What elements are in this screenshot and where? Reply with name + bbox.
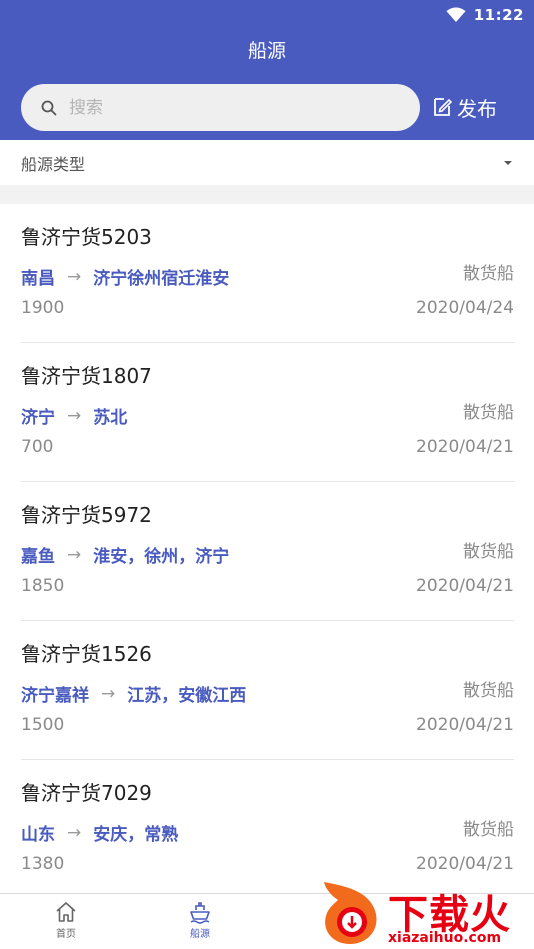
search-bar[interactable] [21,84,420,131]
list-item[interactable]: 鲁济宁货1807 济宁 → 苏北 散货船 700 2020/04/21 [21,343,514,482]
ship-date: 2020/04/21 [416,437,514,457]
search-icon [41,100,57,115]
ship-icon [190,902,210,924]
ship-name: 鲁济宁货5972 [21,503,152,527]
ship-tonnage: 700 [21,437,54,457]
ship-date: 2020/04/21 [416,576,514,596]
ship-tonnage: 1900 [21,298,65,318]
tab-ship-label: 船源 [190,929,210,940]
ship-route: 山东 → 安庆，常熟 [21,820,179,846]
tab-home[interactable]: 首页 [21,900,111,940]
ship-route: 嘉鱼 → 淮安，徐州，济宁 [21,542,230,568]
route-from: 济宁 [21,408,55,428]
ship-type: 散货船 [463,820,514,840]
ship-name: 鲁济宁货7029 [21,781,152,805]
tab-ship[interactable]: 船源 [155,900,245,940]
wifi-icon [446,7,466,22]
watermark-url: xiazaihuo.com [388,930,502,946]
app-screen: 11:22 船源 发布 船源类型 鲁济宁货5203 南昌 → [0,0,534,949]
filter-label: 船源类型 [21,154,86,174]
ship-name: 鲁济宁货1807 [21,364,152,388]
ship-type: 散货船 [463,403,514,423]
route-to: 苏北 [93,408,128,428]
search-input[interactable] [69,97,369,118]
route-to: 安庆，常熟 [93,825,179,845]
ship-type: 散货船 [463,681,514,701]
app-header: 11:22 船源 发布 [0,0,534,140]
watermark: 下载火 xiazaihuo.com [316,878,534,949]
route-from: 嘉鱼 [21,547,55,567]
status-bar: 11:22 [446,4,524,26]
ship-type-filter[interactable]: 船源类型 [0,140,534,185]
page-title: 船源 [247,40,286,62]
route-from: 济宁嘉祥 [21,686,89,706]
route-to: 济宁徐州宿迁淮安 [93,269,230,289]
route-to: 江苏，安徽江西 [127,686,247,706]
ship-name: 鲁济宁货1526 [21,642,152,666]
ship-tonnage: 1500 [21,715,65,735]
route-from: 南昌 [21,269,55,289]
ship-route: 南昌 → 济宁徐州宿迁淮安 [21,264,230,290]
ship-tonnage: 1850 [21,576,65,596]
ship-tonnage: 1380 [21,854,65,874]
tab-home-label: 首页 [56,929,76,940]
ship-date: 2020/04/21 [416,854,514,874]
route-to: 淮安，徐州，济宁 [93,547,230,567]
ship-route: 济宁 → 苏北 [21,403,128,429]
ship-type: 散货船 [463,264,514,284]
edit-icon [434,98,453,116]
arrow-right-icon: → [101,683,116,704]
ship-route: 济宁嘉祥 → 江苏，安徽江西 [21,681,247,707]
status-time: 11:22 [473,6,524,24]
arrow-right-icon: → [67,544,82,565]
list-item[interactable]: 鲁济宁货1526 济宁嘉祥 → 江苏，安徽江西 散货船 1500 2020/04… [21,621,514,760]
ship-list: 鲁济宁货5203 南昌 → 济宁徐州宿迁淮安 散货船 1900 2020/04/… [0,204,534,899]
section-divider [0,185,534,204]
publish-button[interactable]: 发布 [432,92,497,122]
arrow-right-icon: → [67,266,82,287]
route-from: 山东 [21,825,55,845]
arrow-right-icon: → [67,822,82,843]
publish-label: 发布 [457,96,497,121]
ship-date: 2020/04/24 [416,298,514,318]
caret-down-icon [504,160,512,165]
ship-type: 散货船 [463,542,514,562]
flame-logo-icon [324,882,377,944]
list-item[interactable]: 鲁济宁货5203 南昌 → 济宁徐州宿迁淮安 散货船 1900 2020/04/… [21,204,514,343]
ship-name: 鲁济宁货5203 [21,225,152,249]
ship-date: 2020/04/21 [416,715,514,735]
home-icon [56,902,76,922]
arrow-right-icon: → [67,405,82,426]
list-item[interactable]: 鲁济宁货5972 嘉鱼 → 淮安，徐州，济宁 散货船 1850 2020/04/… [21,482,514,621]
